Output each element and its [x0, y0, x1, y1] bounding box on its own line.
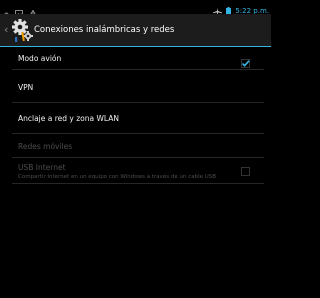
- setting-airplane-mode[interactable]: Modo avión: [12, 48, 264, 70]
- usb-internet-checkbox: [241, 167, 250, 176]
- setting-usb-internet: USB Internet Compartir Internet en un eq…: [12, 158, 264, 184]
- setting-vpn[interactable]: VPN: [12, 70, 264, 103]
- setting-tethering-hotspot[interactable]: Anclaje a red y zona WLAN: [12, 103, 264, 134]
- setting-mobile-networks-label: Redes móviles: [18, 142, 73, 151]
- settings-gear-icon: [11, 17, 33, 43]
- setting-usb-internet-summary: Compartir Internet en un equipo con Wind…: [18, 174, 217, 180]
- setting-airplane-mode-label: Modo avión: [18, 54, 62, 63]
- setting-mobile-networks: Redes móviles: [12, 134, 264, 158]
- airplane-mode-checkbox[interactable]: [241, 53, 250, 68]
- status-bar: 5:22 p.m.: [0, 0, 271, 17]
- setting-vpn-label: VPN: [18, 83, 34, 92]
- settings-list: Modo avión VPN Anclaje a red y zona WLAN…: [0, 48, 271, 298]
- setting-tethering-label: Anclaje a red y zona WLAN: [18, 114, 120, 123]
- checkmark-icon: [241, 60, 250, 67]
- action-bar: ‹ Conexiones inalámbricas y redes: [0, 14, 271, 47]
- chevron-left-icon: ‹: [4, 23, 9, 36]
- page-title: Conexiones inalámbricas y redes: [34, 25, 175, 35]
- setting-usb-internet-label: USB Internet: [18, 163, 66, 172]
